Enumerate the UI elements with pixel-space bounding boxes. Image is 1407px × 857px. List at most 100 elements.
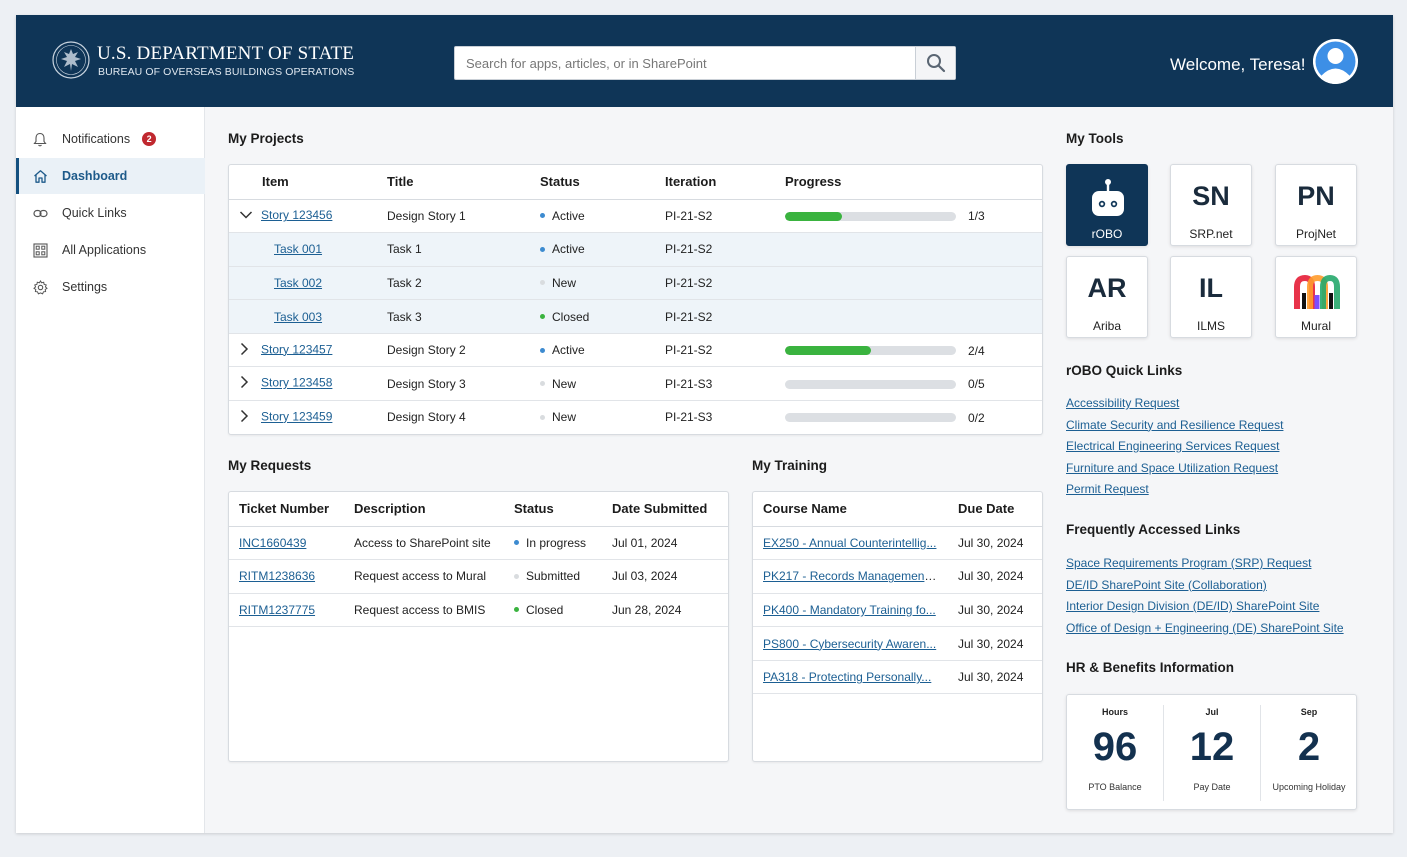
course-cell: PS800 - Cybersecurity Awaren...: [753, 626, 948, 661]
title-cell: Design Story 3: [377, 366, 530, 402]
freq-link-deid-collaboration[interactable]: DE/ID SharePoint Site (Collaboration): [1066, 575, 1344, 597]
tool-srp-net[interactable]: SN SRP.net: [1170, 164, 1252, 246]
status-cell: New: [530, 266, 655, 301]
due-date-cell: Jul 30, 2024: [948, 660, 1042, 695]
ticket-link[interactable]: RITM1238636: [239, 569, 315, 583]
freq-link-interior-design[interactable]: Interior Design Division (DE/ID) SharePo…: [1066, 596, 1344, 618]
tool-projnet[interactable]: PN ProjNet: [1275, 164, 1357, 246]
item-link[interactable]: Story 123457: [261, 342, 332, 356]
item-link[interactable]: Task 002: [274, 276, 322, 290]
story-row: Story 123459 Design Story 4 New PI-21-S3 0/2: [229, 400, 1042, 434]
course-link[interactable]: PK400 - Mandatory Training fo...: [763, 603, 936, 617]
date-cell: Jun 28, 2024: [602, 593, 728, 628]
hr-stat-value: 96: [1092, 725, 1138, 769]
course-link[interactable]: PK217 - Records Management....: [763, 569, 941, 583]
sidebar-item-settings[interactable]: Settings: [16, 269, 205, 305]
org-name: U.S. DEPARTMENT OF STATE: [97, 43, 355, 64]
progress-count: 0/2: [968, 410, 985, 425]
column-header-date-submitted[interactable]: Date Submitted: [602, 492, 728, 527]
item-link[interactable]: Story 123459: [261, 410, 332, 424]
freq-links-list: Space Requirements Program (SRP) Request…: [1066, 553, 1344, 639]
item-link[interactable]: Task 003: [274, 310, 322, 324]
tool-abbreviation: IL: [1199, 273, 1223, 303]
course-link[interactable]: EX250 - Annual Counterintellig...: [763, 536, 936, 550]
hr-benefits-card: Hours 96 PTO Balance Jul 12 Pay Date Sep…: [1066, 694, 1357, 810]
ticket-cell: RITM1238636: [229, 559, 344, 594]
sidebar-item-notifications[interactable]: Notifications 2: [16, 121, 205, 157]
freq-links-title: Frequently Accessed Links: [1066, 522, 1241, 537]
status-dot-icon: [540, 280, 545, 286]
column-header-title[interactable]: Title: [377, 165, 530, 200]
training-table: Course Name Due Date EX250 - Annual Coun…: [753, 492, 1042, 695]
story-row: Story 123456 Design Story 1 Active PI-21-S2…: [229, 199, 1042, 234]
chevron-right-icon[interactable]: [239, 375, 253, 392]
tool-label: SRP.net: [1189, 227, 1233, 241]
status-text: New: [552, 376, 577, 391]
course-link[interactable]: PS800 - Cybersecurity Awaren...: [763, 637, 936, 651]
tool-robo[interactable]: rOBO: [1066, 164, 1148, 246]
description-cell: Access to SharePoint site: [344, 526, 504, 561]
column-header-status[interactable]: Status: [530, 165, 655, 200]
robo-link-accessibility-request[interactable]: Accessibility Request: [1066, 393, 1283, 415]
chevron-right-icon[interactable]: [239, 409, 253, 426]
robo-link-furniture-space[interactable]: Furniture and Space Utilization Request: [1066, 458, 1283, 480]
robo-link-climate-security[interactable]: Climate Security and Resilience Request: [1066, 415, 1283, 437]
robo-link-permit-request[interactable]: Permit Request: [1066, 479, 1283, 501]
item-link[interactable]: Task 001: [274, 242, 322, 256]
status-cell: In progress: [504, 526, 602, 561]
sidebar-item-all-applications[interactable]: All Applications: [16, 232, 205, 268]
ticket-link[interactable]: INC1660439: [239, 536, 306, 550]
status-text: Closed: [552, 309, 590, 324]
column-header-due-date[interactable]: Due Date: [948, 492, 1042, 527]
tool-label: rOBO: [1091, 227, 1123, 241]
column-header-iteration[interactable]: Iteration: [655, 165, 775, 200]
status-dot-icon: [540, 213, 545, 219]
freq-link-srp-request[interactable]: Space Requirements Program (SRP) Request: [1066, 553, 1344, 575]
task-row: Task 002 Task 2 New PI-21-S2: [229, 266, 1042, 301]
chevron-right-icon[interactable]: [239, 342, 253, 359]
robo-links-title: rOBO Quick Links: [1066, 363, 1183, 378]
hr-stat-pto: Hours 96 PTO Balance: [1067, 703, 1163, 803]
requests-table-card: Ticket Number Description Status Date Su…: [228, 491, 729, 762]
column-header-progress[interactable]: Progress: [775, 165, 1042, 200]
progress-bar-fill: [785, 211, 842, 221]
column-header-ticket-number[interactable]: Ticket Number: [229, 492, 344, 527]
column-header-item[interactable]: Item: [229, 165, 377, 200]
tool-mural[interactable]: Mural: [1275, 256, 1357, 338]
tool-ilms[interactable]: IL ILMS: [1170, 256, 1252, 338]
robo-link-electrical-engineering[interactable]: Electrical Engineering Services Request: [1066, 436, 1283, 458]
projects-title: My Projects: [228, 131, 304, 146]
column-header-course-name[interactable]: Course Name: [753, 492, 948, 527]
story-row: Story 123458 Design Story 3 New PI-21-S3 0/5: [229, 366, 1042, 402]
requests-title: My Requests: [228, 458, 312, 473]
tool-ariba[interactable]: AR Ariba: [1066, 256, 1148, 338]
item-cell: Story 123458: [229, 366, 377, 402]
column-header-status[interactable]: Status: [504, 492, 602, 527]
tool-abbreviation: AR: [1087, 273, 1127, 303]
title-cell: Design Story 2: [377, 333, 530, 368]
course-link[interactable]: PA318 - Protecting Personally...: [763, 670, 931, 684]
column-header-description[interactable]: Description: [344, 492, 504, 527]
search-button[interactable]: [915, 47, 955, 79]
item-link[interactable]: Story 123456: [261, 208, 332, 222]
status-dot-icon: [514, 607, 519, 613]
training-row: EX250 - Annual Counterintellig... Jul 30,…: [753, 526, 1042, 561]
tool-abbreviation: PN: [1297, 181, 1335, 211]
sidebar-item-quick-links[interactable]: Quick Links: [16, 195, 205, 231]
search-input[interactable]: [455, 47, 916, 79]
status-cell: Submitted: [504, 559, 602, 594]
training-row: PA318 - Protecting Personally... Jul 30, …: [753, 660, 1042, 695]
item-link[interactable]: Story 123458: [261, 376, 332, 390]
requests-table: Ticket Number Description Status Date Su…: [229, 492, 728, 628]
freq-link-office-design-engineering[interactable]: Office of Design + Engineering (DE) Shar…: [1066, 618, 1344, 640]
chevron-down-icon[interactable]: [239, 209, 253, 223]
sidebar-item-dashboard[interactable]: Dashboard: [16, 158, 205, 194]
progress-count: 1/3: [968, 209, 985, 224]
header: U.S. DEPARTMENT OF STATE BUREAU OF OVERS…: [16, 15, 1393, 107]
progress-cell: [775, 299, 1042, 334]
progress-cell: 2/4: [775, 333, 1042, 368]
status-text: New: [552, 410, 577, 425]
status-text: Active: [552, 242, 585, 257]
ticket-link[interactable]: RITM1237775: [239, 603, 315, 617]
user-avatar[interactable]: [1313, 39, 1358, 84]
